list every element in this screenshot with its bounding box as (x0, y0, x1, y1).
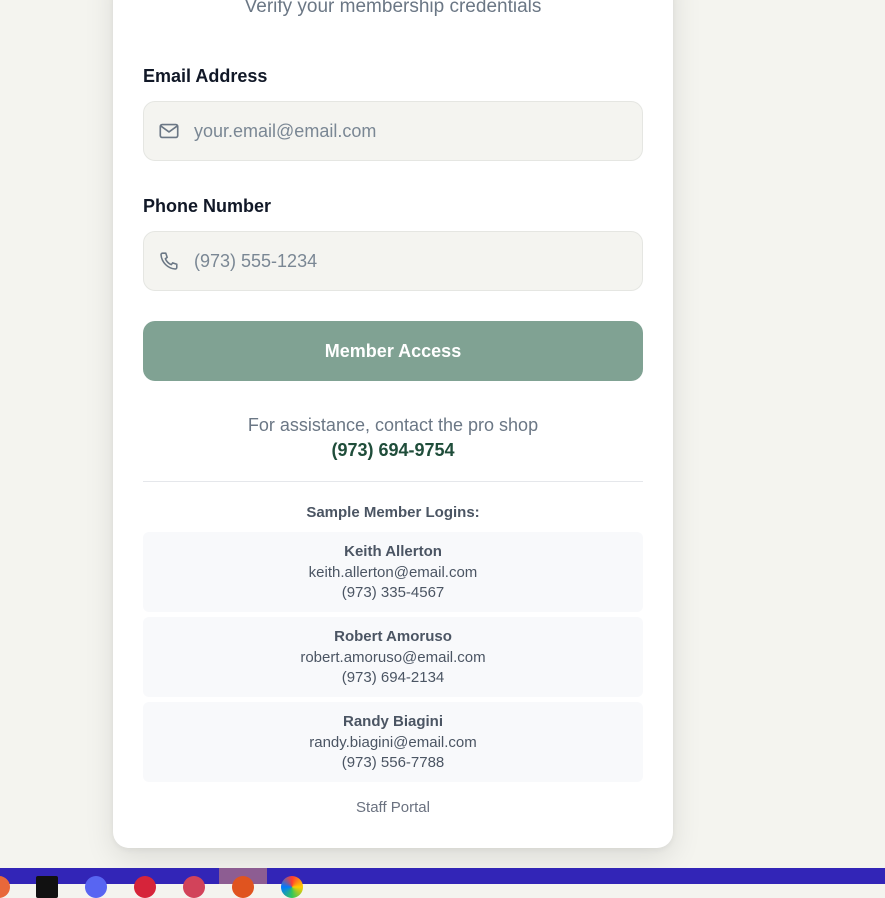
email-input[interactable] (194, 102, 614, 160)
assistance-text: For assistance, contact the pro shop (247, 415, 539, 435)
phone-icon (160, 252, 178, 270)
phone-field-wrapper[interactable] (143, 231, 643, 291)
member-access-button[interactable]: Member Access (143, 321, 643, 381)
login-card: Verify your membership credentials Email… (113, 0, 673, 848)
pro-shop-phone-link[interactable]: (973) 694-9754 (113, 440, 673, 461)
email-label: Email Address (143, 66, 268, 86)
sample-member-phone: (973) 556-7788 (341, 754, 445, 771)
color-wheel-icon[interactable] (281, 876, 303, 898)
sample-member-email: randy.biagini@email.com (309, 734, 477, 751)
sample-member-name: Randy Biagini (342, 713, 443, 730)
orange-app-icon[interactable] (232, 876, 254, 898)
red-app-icon[interactable] (134, 876, 156, 898)
taskbar (0, 868, 885, 898)
browser-icon[interactable] (0, 876, 10, 898)
phone-input[interactable] (194, 232, 614, 290)
sample-member-name: Robert Amoruso (334, 628, 452, 645)
sample-member-phone: (973) 335-4567 (341, 584, 445, 601)
sample-member-email: robert.amoruso@email.com (300, 649, 486, 666)
discord-icon[interactable] (85, 876, 107, 898)
sample-logins-title: Sample Member Logins: (306, 504, 480, 521)
sample-member-card: Randy Biagini randy.biagini@email.com (9… (143, 702, 643, 782)
email-field-wrapper[interactable] (143, 101, 643, 161)
sample-member-name: Keith Allerton (344, 543, 442, 560)
sample-member-email: keith.allerton@email.com (308, 564, 478, 581)
sample-member-card: Keith Allerton keith.allerton@email.com … (143, 532, 643, 612)
divider (143, 481, 643, 482)
sample-member-card: Robert Amoruso robert.amoruso@email.com … (143, 617, 643, 697)
card-subtitle: Verify your membership credentials (244, 0, 542, 17)
phone-label: Phone Number (143, 196, 272, 216)
mail-icon (159, 123, 179, 139)
epic-games-icon[interactable] (36, 876, 58, 898)
pink-app-icon[interactable] (183, 876, 205, 898)
sample-member-phone: (973) 694-2134 (341, 669, 445, 686)
staff-portal-link[interactable]: Staff Portal (113, 799, 673, 816)
